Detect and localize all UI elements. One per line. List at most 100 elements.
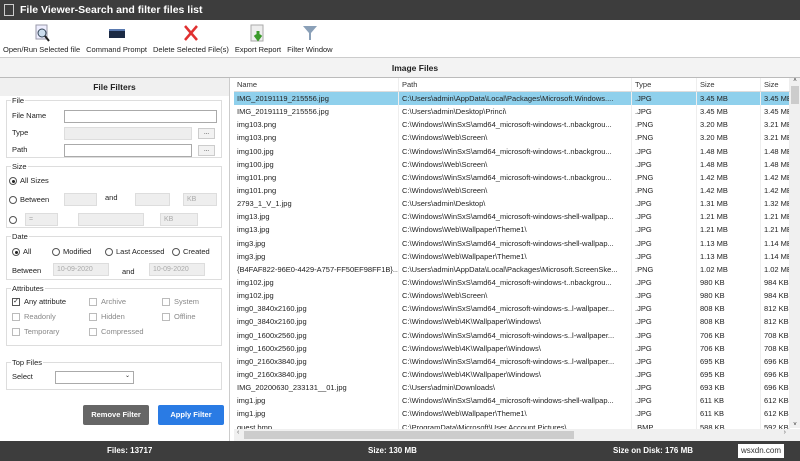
cell-path: C:\Windows\Web\4K\Wallpaper\Windows\ [399,315,632,329]
table-row[interactable]: {B4FAF822-96E0-4429-A757-FF50EF98FF1B}..… [234,262,800,276]
table-row[interactable]: img0_1600x2560.jpg C:\Windows\WinSxS\amd6… [234,328,800,342]
table-row[interactable]: img13.jpg C:\Windows\WinSxS\amd64_microso… [234,210,800,224]
attribute-checkbox[interactable]: Archive [89,297,126,307]
vertical-scrollbar[interactable]: ˄ ˅ [790,78,800,428]
top-files-select[interactable]: ⌄ [55,371,134,384]
attribute-checkbox[interactable]: Offline [162,312,196,322]
size-unit-select[interactable]: KB [183,193,217,206]
cell-type: .JPG [632,315,697,329]
compare-radio[interactable] [9,215,20,225]
column-path[interactable]: Path [399,78,632,91]
cell-path: C:\Windows\WinSxS\amd64_microsoft-window… [399,275,632,290]
attributes-group: Attributes ✓ Any attribute Archive System Re… [6,284,222,346]
date-all-radio[interactable]: All [12,247,31,257]
size-min-input[interactable] [64,193,97,206]
table-row[interactable]: img13.jpg C:\Windows\Web\Wallpaper\Theme1… [234,223,800,237]
table-row[interactable]: img0_3840x2160.jpg C:\Windows\Web\4K\Wall… [234,315,800,329]
attribute-checkbox[interactable]: ✓ Any attribute [12,297,66,307]
attribute-checkbox[interactable]: Readonly [12,312,56,322]
date-group: Date All Modified Last Accessed Created … [6,232,222,280]
cell-size: 1.42 MB [697,170,761,184]
cell-path: C:\Windows\WinSxS\amd64_microsoft-window… [399,144,632,158]
table-row[interactable]: img103.png C:\Windows\Web\Screen\ .PNG 3.20… [234,131,800,145]
cell-path: C:\Windows\WinSxS\amd64_microsoft-window… [399,394,632,408]
created-radio[interactable]: Created [172,247,210,257]
date-from-picker[interactable]: 10-09-2020 [53,263,109,276]
open-run-button[interactable]: Open/Run Selected file [0,20,83,57]
filter-window-button[interactable]: Filter Window [284,20,335,57]
table-row[interactable]: img100.jpg C:\Windows\WinSxS\amd64_micros… [234,144,800,158]
between-radio[interactable]: Between [9,195,49,205]
attribute-checkbox[interactable]: Compressed [89,327,144,337]
attribute-checkbox[interactable]: Hidden [89,312,125,322]
cell-size: 1.13 MB [697,249,761,263]
table-row[interactable]: IMG_20191119_215556.jpg C:\Users\admin\De… [234,105,800,119]
cell-type: .JPG [632,210,697,224]
cell-type: .JPG [632,157,697,171]
remove-filter-button[interactable]: Remove Filter [83,405,149,425]
attribute-checkbox[interactable]: System [162,297,199,307]
table-row[interactable]: IMG_20200630_233131__01.jpg C:\Users\admi… [234,381,800,395]
table-row[interactable]: IMG_20191119_215556.jpg C:\Users\admin\Ap… [234,92,800,106]
modified-radio[interactable]: Modified [52,247,91,257]
checkbox-icon: ✓ [12,298,20,307]
cell-type: .JPG [632,302,697,316]
size-value-input[interactable] [78,213,144,226]
file-name-input[interactable] [64,110,217,123]
path-browse-button[interactable]: ... [198,145,215,156]
top-files-group: Top Files Select ⌄ [6,358,222,390]
all-sizes-radio[interactable]: All Sizes [9,176,49,186]
table-row[interactable]: img0_2160x3840.jpg C:\Windows\WinSxS\amd6… [234,354,800,368]
table-row[interactable]: img101.png C:\Windows\WinSxS\amd64_micros… [234,170,800,184]
checkbox-icon [89,328,97,337]
cell-size: 1.13 MB [697,236,761,250]
table-row[interactable]: img3.jpg C:\Windows\WinSxS\amd64_microsof… [234,236,800,250]
cell-path: C:\Windows\WinSxS\amd64_microsoft-window… [399,236,632,250]
cell-name: img13.jpg [234,223,399,237]
table-row[interactable]: img102.jpg C:\Windows\Web\Screen\ .JPG 980 … [234,289,800,303]
column-size-on-disk[interactable]: Size on Disk [761,78,790,91]
cell-path: C:\Windows\Web\Screen\ [399,183,632,198]
table-row[interactable]: 2793_1_V_1.jpg C:\Users\admin\Desktop\ .JP… [234,197,800,211]
date-to-picker[interactable]: 10-09-2020 [149,263,205,276]
horizontal-scrollbar[interactable]: ‹ › [234,429,800,441]
size-max-input[interactable] [135,193,170,206]
table-row[interactable]: img1.jpg C:\Windows\Web\Wallpaper\Theme1\… [234,407,800,421]
checkbox-icon [162,298,170,307]
table-row[interactable]: img0_2160x3840.jpg C:\Windows\Web\4K\Wall… [234,367,800,382]
table-row[interactable]: img103.png C:\Windows\WinSxS\amd64_micros… [234,118,800,132]
attribute-checkbox[interactable]: Temporary [12,327,59,337]
column-type[interactable]: Type [632,78,697,91]
delete-files-button[interactable]: Delete Selected File(s) [150,20,232,57]
table-row[interactable]: img102.jpg C:\Windows\WinSxS\amd64_micros… [234,275,800,290]
column-name[interactable]: Name [234,78,399,91]
window-title: File Viewer-Search and filter files list [20,4,203,16]
table-row[interactable]: img100.jpg C:\Windows\Web\Screen\ .JPG 1.48… [234,157,800,171]
command-prompt-button[interactable]: Command Prompt [83,20,150,57]
table-row[interactable]: img3.jpg C:\Windows\Web\Wallpaper\Theme1\… [234,249,800,263]
export-report-button[interactable]: Export Report [232,20,284,57]
cell-path: C:\Users\admin\Downloads\ [399,381,632,395]
table-row[interactable]: img0_1600x2560.jpg C:\Windows\Web\4K\Wall… [234,341,800,355]
operator-select[interactable]: = [25,213,58,226]
cell-size-on-disk: 812 KB [761,315,790,329]
table-row[interactable]: img101.png C:\Windows\Web\Screen\ .PNG 1.42… [234,183,800,198]
apply-filter-button[interactable]: Apply Filter [158,405,224,425]
last-accessed-radio[interactable]: Last Accessed [105,247,164,257]
title-bar: File Viewer-Search and filter files list [0,0,800,20]
cell-name: img0_2160x3840.jpg [234,354,399,368]
cell-size-on-disk: 1.32 MB [761,197,790,211]
type-browse-button[interactable]: ... [198,128,215,139]
table-row[interactable]: img0_3840x2160.jpg C:\Windows\WinSxS\amd6… [234,302,800,316]
path-input[interactable] [64,144,192,157]
table-row[interactable]: img1.jpg C:\Windows\WinSxS\amd64_microsof… [234,394,800,408]
cell-path: C:\Windows\Web\Screen\ [399,157,632,171]
cell-type: .JPG [632,236,697,250]
size-unit2-select[interactable]: KB [160,213,198,226]
cell-size-on-disk: 1.48 MB [761,144,790,158]
cell-name: img101.png [234,170,399,184]
type-input[interactable] [64,127,192,140]
cell-type: .PNG [632,183,697,198]
cell-path: C:\Windows\WinSxS\amd64_microsoft-window… [399,328,632,342]
column-size[interactable]: Size [697,78,761,91]
